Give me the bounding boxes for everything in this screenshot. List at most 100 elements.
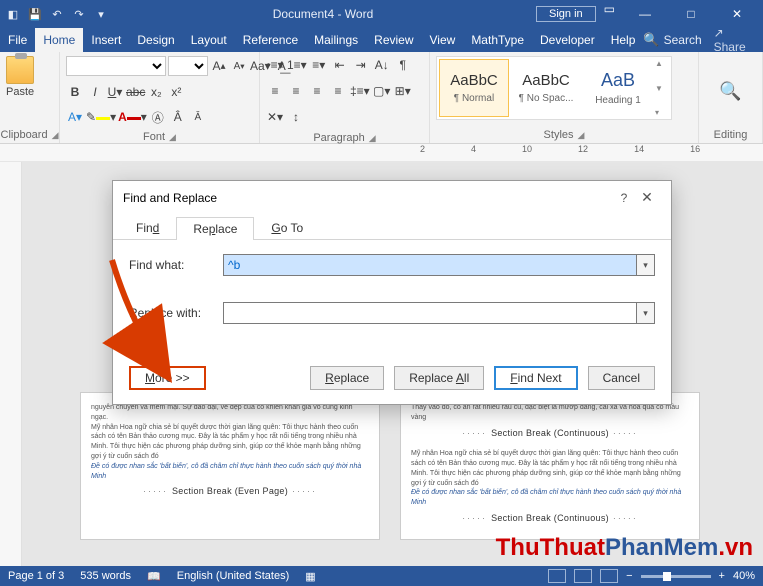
tab-home[interactable]: Home — [35, 28, 83, 52]
borders-button[interactable]: ⊞▾ — [394, 82, 412, 100]
style-no-spacing[interactable]: AaBbC¶ No Spac... — [511, 59, 581, 117]
word-count[interactable]: 535 words — [80, 570, 131, 582]
autosave-icon[interactable]: ◧ — [4, 5, 22, 23]
bullets-button[interactable]: •≡▾ — [266, 56, 284, 74]
web-layout-button[interactable] — [600, 569, 618, 583]
sort-button[interactable]: A↓ — [373, 56, 391, 74]
dialog-help-button[interactable]: ? — [615, 191, 633, 205]
tab-layout[interactable]: Layout — [183, 28, 235, 52]
superscript-button[interactable]: x² — [167, 83, 185, 101]
vertical-ruler[interactable] — [0, 162, 22, 566]
outdent-button[interactable]: ⇤ — [331, 56, 349, 74]
macro-icon[interactable]: ▦ — [305, 570, 315, 583]
align-center-button[interactable]: ≡ — [287, 82, 305, 100]
find-next-button[interactable]: Find Next — [494, 366, 577, 390]
enclose-button[interactable]: Ⓐ — [149, 108, 167, 126]
font-launcher-icon[interactable]: ◢ — [169, 132, 176, 143]
tab-view[interactable]: View — [422, 28, 464, 52]
grow-font-button[interactable]: A▴ — [210, 57, 228, 75]
maximize-button[interactable]: □ — [669, 2, 713, 26]
strike-button[interactable]: abc — [126, 83, 145, 101]
redo-icon[interactable]: ↷ — [70, 5, 88, 23]
shrink-font-2[interactable]: Ǎ — [189, 108, 207, 126]
ribbon-options-icon[interactable]: ▭ — [604, 2, 615, 26]
show-marks-button[interactable]: ¶ — [394, 56, 412, 74]
save-icon[interactable]: 💾 — [26, 5, 44, 23]
numbering-button[interactable]: 1≡▾ — [287, 56, 307, 74]
group-styles: AaBbC¶ Normal AaBbC¶ No Spac... AaBHeadi… — [430, 52, 699, 143]
styles-gallery[interactable]: AaBbC¶ Normal AaBbC¶ No Spac... AaBHeadi… — [436, 56, 672, 120]
bold-button[interactable]: B — [66, 83, 84, 101]
language-indicator[interactable]: English (United States) — [177, 570, 290, 582]
italic-button[interactable]: I — [86, 83, 104, 101]
close-button[interactable]: ✕ — [715, 2, 759, 26]
justify-button[interactable]: ≡ — [329, 82, 347, 100]
align-left-button[interactable]: ≡ — [266, 82, 284, 100]
find-dropdown-icon[interactable]: ▾ — [637, 254, 655, 276]
horizontal-ruler[interactable]: 24 1012 1416 — [0, 144, 763, 162]
font-color-button[interactable]: A▾ — [118, 108, 147, 126]
dialog-tab-goto[interactable]: Go To — [254, 216, 320, 239]
zoom-out-button[interactable]: − — [626, 570, 632, 582]
zoom-slider[interactable] — [641, 575, 711, 578]
page-left[interactable]: nguyên chuyên và mềm mại. Sự dào dại, vẻ… — [80, 392, 380, 540]
line-spacing-button[interactable]: ‡≡▾ — [350, 82, 370, 100]
multilevel-button[interactable]: ≡▾ — [310, 56, 328, 74]
spell-check-icon[interactable]: 📖 — [147, 570, 161, 583]
font-family-select[interactable] — [66, 56, 166, 76]
tab-references[interactable]: Reference — [235, 28, 306, 52]
share-button[interactable]: ↗ Share — [714, 26, 753, 54]
sign-in-button[interactable]: Sign in — [536, 6, 596, 22]
indent-button[interactable]: ⇥ — [352, 56, 370, 74]
text-effects-button[interactable]: A▾ — [66, 108, 84, 126]
tab-developer[interactable]: Developer — [532, 28, 603, 52]
replace-all-button[interactable]: Replace All — [394, 366, 484, 390]
tab-insert[interactable]: Insert — [83, 28, 129, 52]
minimize-button[interactable]: — — [623, 2, 667, 26]
para-launcher-icon[interactable]: ◢ — [369, 133, 376, 144]
dialog-close-button[interactable]: ✕ — [633, 189, 661, 206]
replace-with-input[interactable] — [223, 302, 637, 324]
zoom-in-button[interactable]: + — [719, 570, 725, 582]
align-right-button[interactable]: ≡ — [308, 82, 326, 100]
replace-button[interactable]: Replace — [310, 366, 384, 390]
subscript-button[interactable]: x₂ — [147, 83, 165, 101]
tab-design[interactable]: Design — [129, 28, 182, 52]
shading-button[interactable]: ▢▾ — [373, 82, 391, 100]
gallery-up-icon[interactable]: ▲ — [655, 59, 669, 68]
editing-icon[interactable]: 🔍 — [719, 81, 741, 102]
text-direction-button[interactable]: ↕ — [287, 108, 305, 126]
dialog-tab-find[interactable]: Find — [119, 216, 176, 239]
style-heading1[interactable]: AaBHeading 1 — [583, 59, 653, 117]
clipboard-launcher-icon[interactable]: ◢ — [52, 130, 59, 141]
print-layout-button[interactable] — [574, 569, 592, 583]
underline-button[interactable]: U▾ — [106, 83, 124, 101]
paste-button[interactable]: Paste — [6, 56, 34, 98]
page-indicator[interactable]: Page 1 of 3 — [8, 570, 64, 582]
tab-help[interactable]: Help — [603, 28, 644, 52]
gallery-more-icon[interactable]: ▾ — [655, 108, 669, 117]
font-size-select[interactable] — [168, 56, 208, 76]
search-box[interactable]: 🔍Search — [643, 32, 701, 48]
undo-icon[interactable]: ↶ — [48, 5, 66, 23]
zoom-level[interactable]: 40% — [733, 570, 755, 582]
style-normal[interactable]: AaBbC¶ Normal — [439, 59, 509, 117]
read-mode-button[interactable] — [548, 569, 566, 583]
find-what-input[interactable] — [223, 254, 637, 276]
page-right[interactable]: Thay vào đó, cô ăn rất nhiều rau củ, đặc… — [400, 392, 700, 540]
tab-review[interactable]: Review — [366, 28, 421, 52]
shrink-font-button[interactable]: A▾ — [230, 57, 248, 75]
tab-mailings[interactable]: Mailings — [306, 28, 366, 52]
asian-layout-button[interactable]: ✕▾ — [266, 108, 284, 126]
tab-mathtype[interactable]: MathType — [463, 28, 532, 52]
grow-font-2[interactable]: Â — [169, 108, 187, 126]
cancel-button[interactable]: Cancel — [588, 366, 655, 390]
styles-launcher-icon[interactable]: ◢ — [578, 130, 585, 141]
tab-file[interactable]: File — [0, 28, 35, 52]
gallery-down-icon[interactable]: ▼ — [655, 84, 669, 93]
more-button[interactable]: More >> — [129, 366, 206, 390]
replace-dropdown-icon[interactable]: ▾ — [637, 302, 655, 324]
qat-more-icon[interactable]: ▾ — [92, 5, 110, 23]
dialog-tab-replace[interactable]: Replace — [176, 217, 254, 240]
highlight-button[interactable]: ✎▾ — [86, 108, 116, 126]
